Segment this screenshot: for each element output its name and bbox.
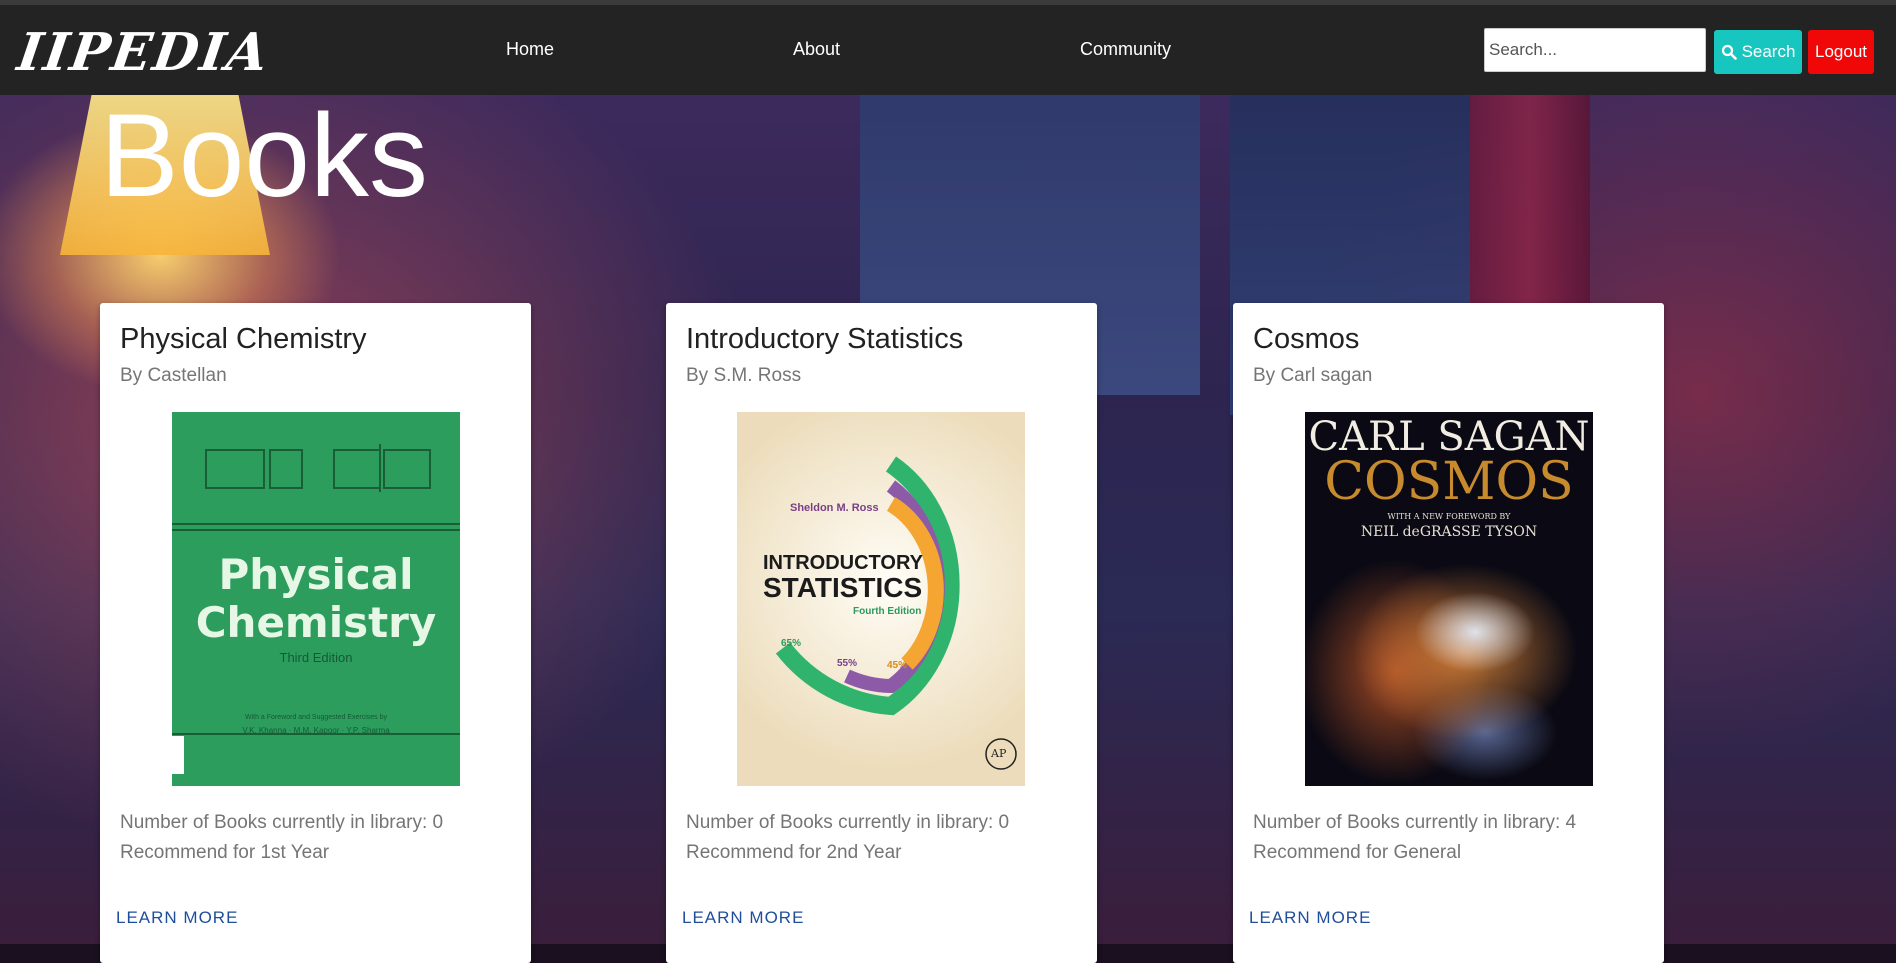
cover-foreword: WITH A NEW FOREWORD BY xyxy=(1387,512,1511,521)
publisher-logo: AP xyxy=(991,747,1007,760)
book-author: By Carl sagan xyxy=(1253,365,1373,386)
cover-title-line1: Physical xyxy=(218,550,414,599)
search-icon xyxy=(1721,44,1737,60)
book-recommendation: Recommend for 2nd Year xyxy=(686,842,902,863)
cover-percent-45: 45% xyxy=(887,660,908,671)
cover-title-line2: STATISTICS xyxy=(763,572,923,603)
cover-title-line2: Chemistry xyxy=(195,598,437,647)
navbar: IIPEDIA Home About Community Search Logo… xyxy=(0,5,1896,95)
learn-more-link[interactable]: LEARN MORE xyxy=(116,907,238,929)
search-button-label: Search xyxy=(1741,42,1796,61)
learn-more-link[interactable]: LEARN MORE xyxy=(1249,907,1371,929)
book-stock-count: Number of Books currently in library: 0 xyxy=(120,812,444,833)
book-card: Physical Chemistry By Castellan Physical… xyxy=(100,303,531,963)
cover-names: V.K. Khanna · M.M. Kapoor · Y.P. Sharma xyxy=(242,726,390,735)
cover-percent-55: 55% xyxy=(837,658,858,669)
book-title: Physical Chemistry xyxy=(120,323,367,355)
cover-title: COSMOS xyxy=(1324,452,1574,512)
book-cover-image: Physical Chemistry Third Edition With a … xyxy=(172,412,460,786)
page-title: Books xyxy=(100,90,428,222)
book-card: Cosmos By Carl sagan CARL SAGAN COSMOS W… xyxy=(1233,303,1664,963)
search-input[interactable] xyxy=(1484,28,1706,72)
cover-edition: Third Edition xyxy=(279,650,353,665)
learn-more-link[interactable]: LEARN MORE xyxy=(682,907,804,929)
book-author: By Castellan xyxy=(120,365,227,386)
search-button[interactable]: Search xyxy=(1714,30,1802,74)
cover-percent-65: 65% xyxy=(781,638,802,649)
book-recommendation: Recommend for General xyxy=(1253,842,1462,863)
nav-link-home[interactable]: Home xyxy=(506,37,554,61)
book-recommendation: Recommend for 1st Year xyxy=(120,842,330,863)
book-card: Introductory Statistics By S.M. Ross She… xyxy=(666,303,1097,963)
logout-button[interactable]: Logout xyxy=(1808,30,1874,74)
cover-foreword: With a Foreword and Suggested Exercises … xyxy=(244,714,387,721)
book-cover-image: Sheldon M. Ross INTRODUCTORY STATISTICS … xyxy=(737,412,1025,786)
nav-link-about[interactable]: About xyxy=(793,37,840,61)
book-stock-count: Number of Books currently in library: 4 xyxy=(1253,812,1577,833)
brand-logo[interactable]: IIPEDIA xyxy=(14,22,274,83)
nav-link-community[interactable]: Community xyxy=(1080,37,1171,61)
book-stock-count: Number of Books currently in library: 0 xyxy=(686,812,1010,833)
book-cover-image: CARL SAGAN COSMOS WITH A NEW FOREWORD BY… xyxy=(1305,412,1593,786)
cover-edition: Fourth Edition xyxy=(853,606,922,617)
cover-author: Sheldon M. Ross xyxy=(790,502,879,514)
cover-foreword-by: NEIL deGRASSE TYSON xyxy=(1360,524,1538,540)
book-author: By S.M. Ross xyxy=(686,365,802,386)
book-title: Introductory Statistics xyxy=(686,323,964,355)
book-title: Cosmos xyxy=(1253,323,1360,355)
